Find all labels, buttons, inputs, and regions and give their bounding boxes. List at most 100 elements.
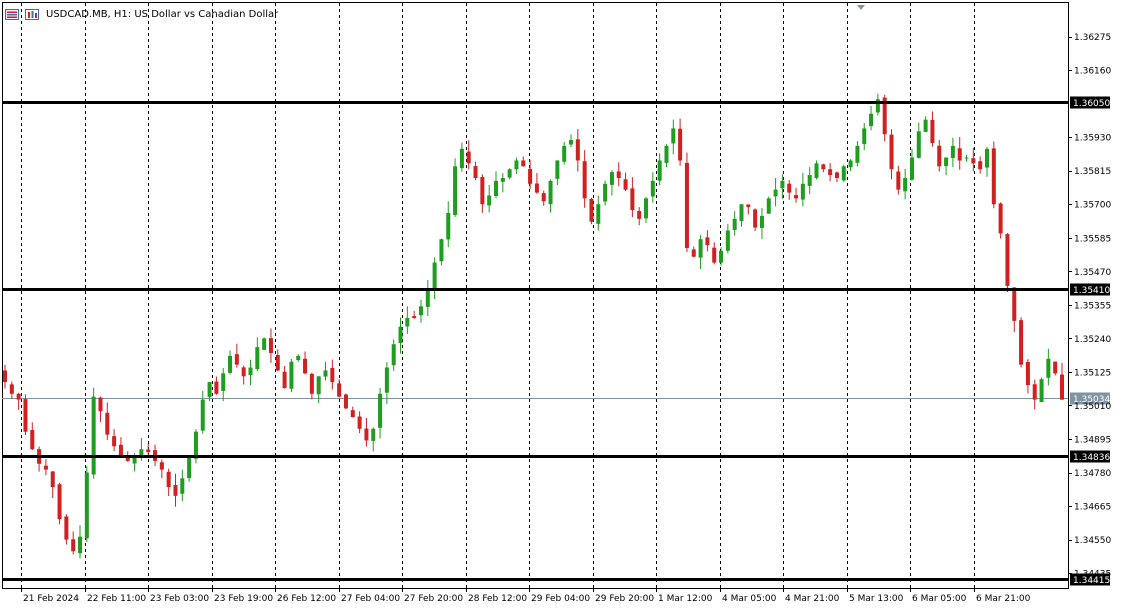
candle-body (944, 157, 949, 167)
time-tick-label: 21 Feb 2024 (23, 594, 79, 604)
candle-body (289, 361, 294, 389)
time-tick-label: 4 Mar 21:00 (785, 594, 840, 604)
candle-body (937, 145, 942, 167)
candle-body (166, 471, 171, 488)
candle-body (1019, 320, 1024, 365)
time-tick-label: 6 Mar 21:00 (976, 594, 1031, 604)
candle-body (609, 172, 614, 185)
candle-body (569, 140, 574, 145)
candle-body (84, 472, 89, 539)
candle-body (794, 195, 799, 199)
time-tick-label: 6 Mar 05:00 (912, 594, 967, 604)
candle-body (398, 326, 403, 344)
price-tick-label: 1.35930 (1074, 134, 1111, 144)
time-tick-label: 4 Mar 05:00 (722, 594, 777, 604)
candle-body (1053, 361, 1058, 374)
candle-body (57, 484, 62, 520)
candle-body (1032, 384, 1037, 400)
price-tick-label: 1.35585 (1074, 234, 1111, 244)
candle-body (275, 355, 280, 371)
candle-body (787, 183, 792, 193)
candle-body (698, 239, 703, 258)
candle-body (521, 160, 526, 167)
candle-body (337, 383, 342, 397)
candle-body (1039, 379, 1044, 402)
time-tick-label: 26 Feb 12:00 (277, 594, 336, 604)
candle-body (821, 164, 826, 170)
time-tick-label: 29 Feb 20:00 (595, 594, 654, 604)
candle-body (834, 172, 839, 178)
candle-body (173, 485, 178, 496)
candle-body (1025, 361, 1030, 386)
candle-body (268, 338, 273, 353)
candle-body (616, 171, 621, 178)
candle-body (207, 382, 212, 397)
candle-body (187, 457, 192, 479)
candle-body (916, 131, 921, 158)
candle-body (582, 161, 587, 199)
candle-body (71, 539, 76, 552)
candle-body (446, 212, 451, 240)
candle-body (950, 145, 955, 158)
candle-body (323, 370, 328, 377)
candle-body (684, 162, 689, 248)
candle-body (330, 367, 335, 383)
price-tick-label: 1.35125 (1074, 368, 1111, 378)
price-tick-label: 1.34780 (1074, 469, 1111, 479)
candle-body (541, 193, 546, 202)
time-tick-label: 27 Feb 20:00 (404, 594, 463, 604)
level-price-label-text: 1.34836 (1073, 453, 1110, 463)
candle-body (869, 113, 874, 127)
candle-body (296, 355, 301, 361)
price-tick-label: 1.35010 (1074, 402, 1111, 412)
candle-body (480, 177, 485, 205)
candle-body (493, 180, 498, 197)
candle-body (146, 449, 151, 453)
level-price-label-text: 1.35410 (1073, 286, 1110, 296)
time-tick-label: 22 Feb 11:00 (87, 594, 146, 604)
candle-body (3, 370, 7, 383)
candle-body (105, 412, 110, 435)
candle-body (678, 128, 683, 161)
candle-body (957, 148, 962, 161)
candle-body (855, 145, 860, 163)
candle-body (91, 396, 96, 475)
candle-body (262, 338, 267, 350)
candle-body (364, 428, 369, 441)
level-price-label-text: 1.36050 (1073, 99, 1110, 109)
candle-body (43, 465, 48, 470)
shift-marker-icon[interactable] (857, 5, 865, 10)
time-tick-label: 1 Mar 12:00 (658, 594, 713, 604)
price-tick-label: 1.36160 (1074, 67, 1111, 77)
candle-body (623, 179, 628, 190)
candle-body (425, 288, 430, 307)
candle-body (405, 317, 410, 327)
candle-body (453, 166, 458, 215)
candle-body (650, 180, 655, 197)
candle-body (343, 394, 348, 409)
candle-body (221, 373, 226, 391)
candle-body (1005, 234, 1010, 286)
candle-body (500, 177, 505, 182)
candle-body (889, 134, 894, 170)
candle-body (739, 204, 744, 222)
candle-body (248, 367, 253, 376)
candle-body (978, 161, 983, 170)
candle-body (780, 180, 785, 189)
candle-body (971, 158, 976, 164)
candle-body (909, 157, 914, 180)
candle-body (637, 211, 642, 219)
candle-body (644, 198, 649, 219)
candle-body (691, 249, 696, 257)
candle-body (378, 393, 383, 428)
chart-canvas: 1.35034 1.360501.354101.348361.34415 1.3… (2, 3, 1111, 604)
candle-body (719, 250, 724, 263)
candle-body (466, 151, 471, 164)
candle-body (759, 215, 764, 228)
candle-body (459, 148, 464, 169)
candle-body (193, 431, 198, 459)
candle-body (418, 306, 423, 316)
candle-body (671, 128, 676, 144)
candle-body (16, 393, 21, 400)
price-tick-label: 1.35355 (1074, 301, 1111, 311)
